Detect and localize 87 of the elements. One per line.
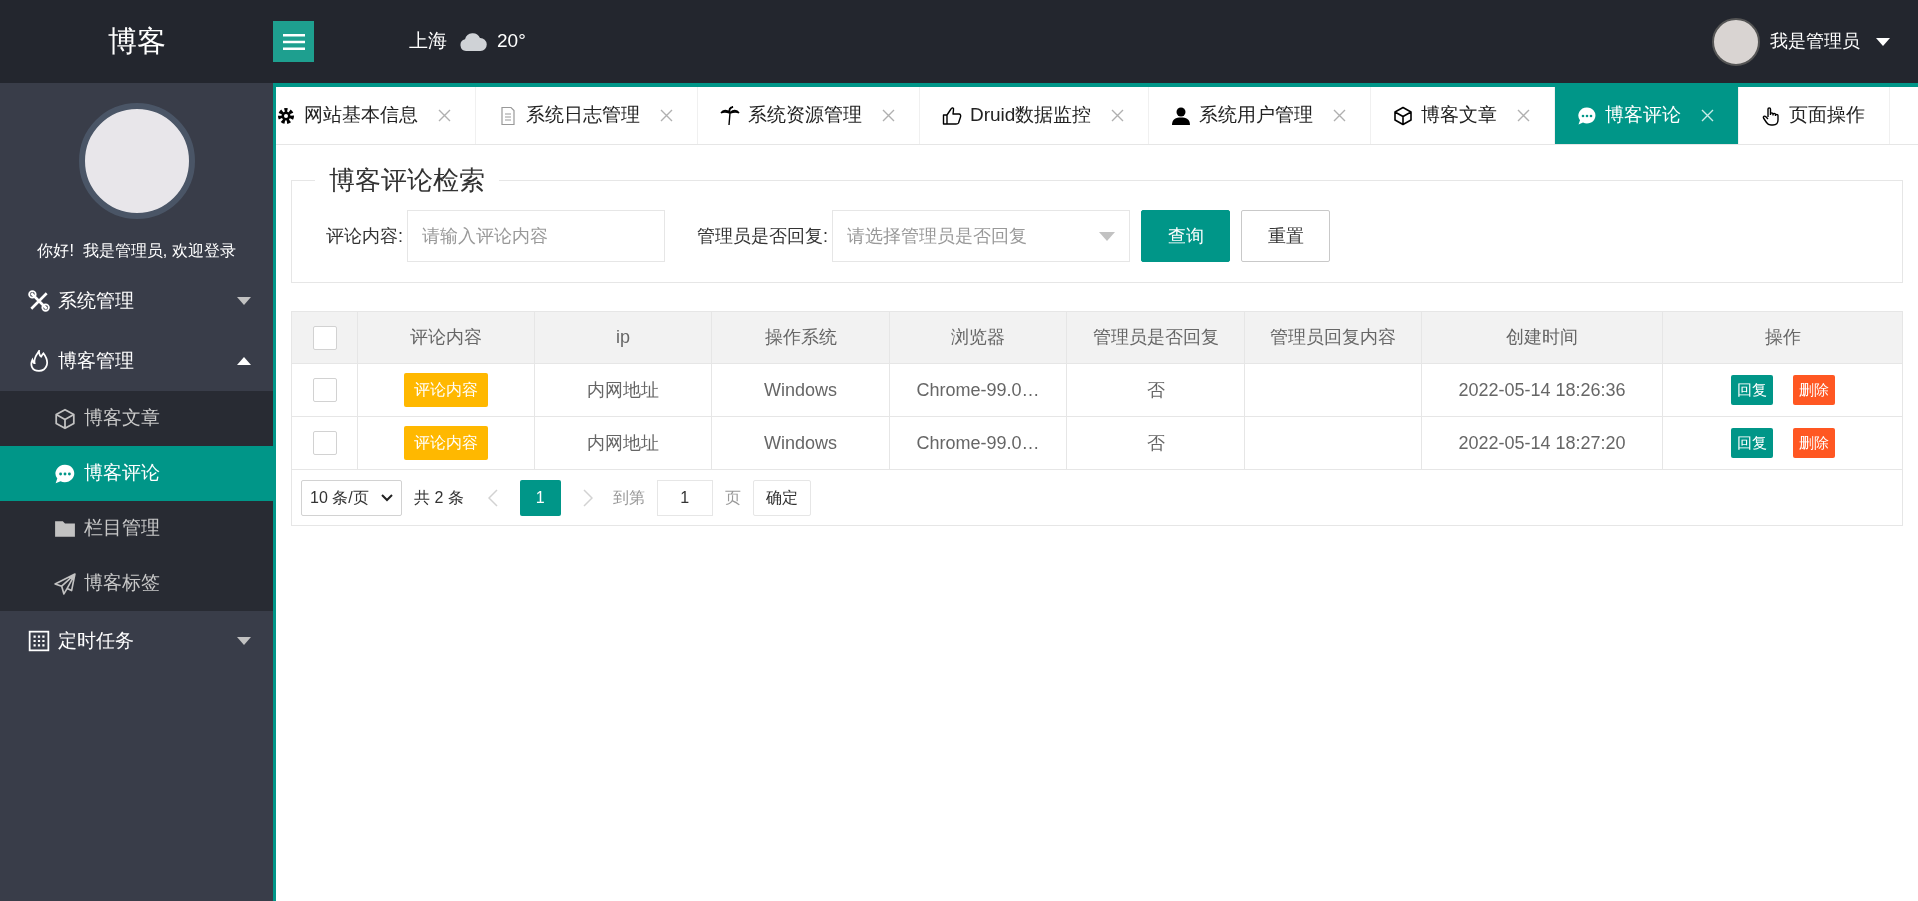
welcome-text: 你好! 我是管理员, 欢迎登录 bbox=[37, 241, 236, 261]
table-cell-text: 否 bbox=[1146, 378, 1165, 402]
calendar-icon bbox=[28, 630, 50, 652]
submenu-item[interactable]: 博客评论 bbox=[0, 446, 273, 501]
menu-button[interactable] bbox=[273, 21, 314, 62]
table-cell-text: 内网地址 bbox=[587, 431, 659, 455]
close-icon[interactable] bbox=[1517, 109, 1531, 122]
document-icon bbox=[498, 105, 518, 126]
close-icon[interactable] bbox=[1111, 109, 1125, 122]
previous-page-icon bbox=[487, 488, 498, 507]
user-name[interactable]: 我是管理员 bbox=[1770, 28, 1860, 55]
tab[interactable]: 系统日志管理 bbox=[476, 87, 698, 144]
total-count: 共 2 条 bbox=[414, 487, 464, 508]
search-title: 博客评论检索 bbox=[328, 164, 486, 197]
table-cell-text: 2022-05-14 18:27:20 bbox=[1458, 431, 1626, 455]
cube-icon bbox=[54, 407, 76, 430]
checkbox[interactable] bbox=[312, 431, 337, 455]
column-header: 管理员回复内容 bbox=[1270, 326, 1396, 349]
chat-bubble-icon bbox=[1577, 105, 1598, 126]
dropdown-arrow-icon bbox=[1099, 231, 1116, 241]
tab[interactable]: 系统用户管理 bbox=[1149, 87, 1372, 144]
paper-plane-icon bbox=[54, 572, 76, 595]
page-unit-label: 页 bbox=[724, 487, 741, 508]
table-cell-text: 否 bbox=[1146, 431, 1165, 455]
page-size-select[interactable]: 10 条/页 bbox=[301, 479, 402, 516]
close-icon[interactable] bbox=[660, 109, 673, 122]
table-cell-text: Windows bbox=[764, 378, 837, 402]
checkbox[interactable] bbox=[312, 325, 337, 350]
reply-button[interactable]: 回复 bbox=[1730, 428, 1773, 458]
chevron-down-icon bbox=[381, 493, 393, 502]
page-input[interactable]: 1 bbox=[656, 479, 713, 516]
table-cell-text: 2022-05-14 18:26:36 bbox=[1458, 378, 1626, 402]
menu-item[interactable]: 系统管理 bbox=[0, 271, 273, 331]
confirm-button[interactable]: 确定 bbox=[752, 479, 811, 516]
caret-down-icon bbox=[237, 297, 251, 305]
table-cell-text: Chrome-99.0… bbox=[916, 378, 1040, 402]
cube-icon bbox=[1393, 105, 1414, 126]
close-icon[interactable] bbox=[882, 109, 895, 122]
thumbs-up-icon bbox=[942, 105, 962, 126]
weather-city: 上海 bbox=[409, 29, 447, 54]
column-header: ip bbox=[616, 326, 630, 349]
checkbox[interactable] bbox=[312, 378, 337, 402]
palm-tree-icon bbox=[720, 105, 740, 126]
caret-down-icon bbox=[237, 637, 251, 645]
column-header: 创建时间 bbox=[1506, 326, 1578, 349]
tab[interactable]: 页面操作 bbox=[1739, 87, 1891, 144]
goto-label: 到第 bbox=[612, 487, 645, 508]
column-header: 浏览器 bbox=[951, 326, 1005, 349]
submenu-item[interactable]: 栏目管理 bbox=[0, 501, 273, 556]
caret-up-icon bbox=[237, 357, 251, 365]
menu-item[interactable]: 博客管理 bbox=[0, 331, 273, 391]
caret-icon[interactable] bbox=[1876, 37, 1890, 46]
tools-icon bbox=[28, 290, 50, 312]
tab[interactable]: 博客评论 bbox=[1555, 87, 1740, 144]
table-cell-text: Windows bbox=[764, 431, 837, 455]
gear-icon bbox=[276, 105, 296, 126]
reply-button[interactable]: 回复 bbox=[1730, 375, 1773, 405]
close-icon[interactable] bbox=[438, 109, 451, 122]
chat-bubble-icon bbox=[54, 462, 76, 485]
reset-button[interactable]: 重置 bbox=[1241, 210, 1331, 262]
flame-icon bbox=[28, 350, 50, 372]
field-label: 管理员是否回复: bbox=[697, 224, 829, 248]
menu-icon bbox=[282, 32, 305, 51]
menu-item[interactable]: 定时任务 bbox=[0, 611, 273, 671]
column-header: 操作系统 bbox=[764, 326, 837, 349]
submenu-item[interactable]: 博客文章 bbox=[0, 391, 273, 446]
field-label: 评论内容: bbox=[326, 224, 403, 248]
user-icon bbox=[1171, 105, 1192, 126]
tab[interactable]: 系统资源管理 bbox=[698, 87, 920, 144]
text-input[interactable]: 请输入评论内容 bbox=[407, 210, 665, 262]
table-cell-text: Chrome-99.0… bbox=[916, 431, 1040, 455]
next-page-icon bbox=[582, 488, 593, 507]
page-button[interactable]: 1 bbox=[519, 479, 561, 516]
logo: 博客 bbox=[107, 23, 166, 59]
column-header: 评论内容 bbox=[410, 326, 482, 349]
column-header: 操作 bbox=[1764, 326, 1801, 349]
tab[interactable]: 网站基本信息 bbox=[276, 87, 476, 144]
tab[interactable]: Druid数据监控 bbox=[920, 87, 1150, 144]
cloud-icon bbox=[459, 32, 487, 51]
column-header: 管理员是否回复 bbox=[1092, 326, 1219, 349]
search-button[interactable]: 查询 bbox=[1141, 210, 1231, 262]
weather-temperature: 20° bbox=[497, 29, 526, 54]
pointing-hand-icon bbox=[1761, 105, 1782, 126]
close-icon[interactable] bbox=[1333, 109, 1347, 122]
user-avatar[interactable] bbox=[1712, 17, 1760, 66]
table-cell-text: 内网地址 bbox=[587, 378, 659, 402]
submenu-item[interactable]: 博客标签 bbox=[0, 556, 273, 611]
